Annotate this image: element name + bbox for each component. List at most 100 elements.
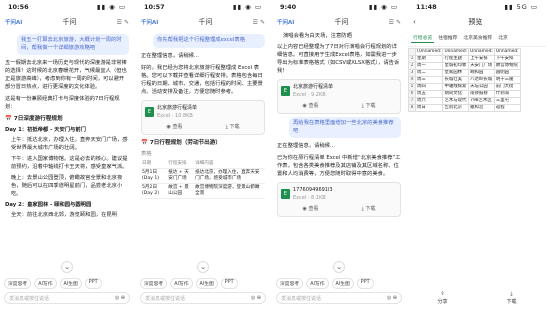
chip-ai-writing[interactable]: AI写作 <box>306 278 329 289</box>
mic-icon[interactable]: ◎ ⊕ <box>115 295 125 301</box>
table-cell: 抵达北京，办理入住，直奔天安门广场，感受城市广场 <box>194 168 265 184</box>
sheet-cell: 三里屯 <box>493 97 521 105</box>
scroll-down-icon[interactable]: ⌄ <box>333 261 345 273</box>
sheet-cell: 什刹海 <box>493 90 521 98</box>
file-meta: Excel · 9.2KB <box>293 92 326 98</box>
chat-content[interactable]: 演唱会看为白天场，注意防晒 以上内容已经整理为了7日对行演唱会行程规划的详细信息… <box>272 30 406 275</box>
answer-status: 正在整理信息，请稍候... <box>141 52 200 59</box>
header-actions-icon[interactable]: ☰ ✎ <box>389 19 401 26</box>
file-name: 北京旅游行程清单 <box>293 84 334 90</box>
scroll-down-icon[interactable]: ⌄ <box>197 261 209 273</box>
sheet-cell: 天坛公园 <box>468 83 495 91</box>
status-bar: 10:57 ▮▮ ◉ ▭ <box>136 0 270 14</box>
signal-icons: ▮▮ ◉ ▭ <box>232 3 262 11</box>
chip-ppt[interactable]: PPT <box>356 278 374 289</box>
sheet-cell: 明十三陵 <box>493 76 521 84</box>
tool-chips: 深度思考 AI写作 AI生图 PPT <box>140 278 266 289</box>
chip-ai-image[interactable]: AI生图 <box>331 278 354 289</box>
tab-lodging[interactable]: 住宿推荐 <box>436 33 459 43</box>
day2-bullet: 全天：前往北京西北郊，游览颐和园，在昆明 <box>11 212 117 218</box>
table-row: 7 周六 艺术与现代 798艺术区 三里屯 <box>408 97 521 105</box>
mic-icon[interactable]: ◎ ⊕ <box>251 295 261 301</box>
sheet-cell: 中轴线探索 <box>442 83 470 91</box>
message-input[interactable]: 发消息或按住说话 ◎ ⊕ <box>276 292 402 304</box>
message-input[interactable]: 发消息或按住说话 ◎ ⊕ <box>140 292 266 304</box>
day1-bullet: 晚上：去景山公园登顶，俯瞰故宫全景和北京夜色，随后可以在四季道明星前门，品尝老北… <box>11 175 123 197</box>
app-logo[interactable]: 千问AI <box>277 18 294 26</box>
sheet-cell: 南锣鼓巷 <box>468 90 495 98</box>
itinerary-table: 日期 行程安排 详细内容 5月1日 (Day 1) 抵达 + 天安门广场 抵达北… <box>141 159 265 199</box>
download-icon: ⤓ <box>510 291 513 297</box>
view-button[interactable]: ◉ 查看 <box>167 123 183 131</box>
sheet-cell: 周日 <box>414 104 444 112</box>
eye-icon: ◉ <box>166 123 171 130</box>
chip-ppt[interactable]: PPT <box>84 278 102 289</box>
plan-heading: 📅 7日行程规划（劳动节出游） <box>141 139 221 146</box>
header-actions-icon[interactable]: ☰ ✎ <box>117 19 129 26</box>
row-header: 3 <box>408 69 416 77</box>
file-name: 17760949691l3 <box>293 187 333 193</box>
view-button[interactable]: ◉ 查看 <box>303 102 319 110</box>
message-input[interactable]: 发消息或按住说话 ◎ ⊕ <box>4 292 130 304</box>
download-button[interactable]: ⤓ 下载 <box>226 123 240 131</box>
sheet-cell: 天安门广场 <box>468 62 495 70</box>
chat-content[interactable]: 你先帮我把这个行程整理成excel表格 正在整理信息，请稍候... 好的，我已经… <box>136 30 270 275</box>
eye-icon: ◉ <box>302 103 307 109</box>
view-button[interactable]: ◉ 查看 <box>303 205 319 213</box>
sheet-cell: 长城壮美 <box>442 76 470 84</box>
table-cell: 5月1日 (Day 1) <box>141 168 168 184</box>
app-logo[interactable]: 千问AI <box>5 18 22 26</box>
chip-deep-think[interactable]: 深度思考 <box>276 278 304 289</box>
phone-screen-2: 10:57 ▮▮ ◉ ▭ 千问AI 千问 ☰ ✎ 你先帮我把这个行程整理成exc… <box>136 0 272 309</box>
status-bar: 10:56 ▮▮ ◉ ▭ <box>0 0 134 14</box>
sheet-cell: 下午安排 <box>493 55 521 63</box>
download-label: 下载 <box>229 123 240 130</box>
download-button[interactable]: ⤓ 下载 <box>362 205 376 213</box>
day1-bullet: 上午：抵达北京，办理入住。直奔天安门广场，感受世界最大城市广场的壮阔。 <box>11 137 128 151</box>
chip-ai-image[interactable]: AI生图 <box>195 278 218 289</box>
sheet-cell: 周二 <box>414 69 444 77</box>
sheet-cell: Unnamed: <box>442 48 470 56</box>
sheet-cell: Unnamed: <box>468 48 495 56</box>
input-placeholder: 发消息或按住说话 <box>145 295 186 302</box>
chat-header: 千问AI 千问 ☰ ✎ <box>136 14 270 30</box>
table-cell: 5月2日 (Day 2) <box>141 183 168 199</box>
tab-itinerary-overview[interactable]: 行程总览 <box>411 33 435 43</box>
scroll-down-icon[interactable]: ⌄ <box>61 261 73 273</box>
tab-beijing[interactable]: 北京 <box>496 33 510 43</box>
row-header: 2 <box>408 62 416 70</box>
share-button[interactable]: ⇪ 分享 <box>437 291 447 305</box>
chip-deep-think[interactable]: 深度思考 <box>4 278 32 289</box>
download-icon: ⤓ <box>361 206 364 212</box>
sheet-cell: 周一 <box>414 62 444 70</box>
table-row: 8 周日 告别北京 雍和宫 返程 <box>408 104 521 112</box>
row-header: 6 <box>408 90 416 98</box>
tab-beijing-food[interactable]: 北京美食推荐 <box>461 33 494 43</box>
chat-title: 千问 <box>198 18 213 26</box>
row-header: 7 <box>408 97 416 105</box>
user-message: 我五一打算去北京旅游，大概计划一周的时间，帮我做一个详细旅游攻略吧 <box>17 34 129 55</box>
download-button[interactable]: ⤓ 下载 <box>506 291 516 305</box>
spreadsheet-grid[interactable]: (Unnamed: Unnamed: Unnamed: Unnamed: 1 星期… <box>408 48 546 218</box>
sheet-cell: 周六 <box>414 97 444 105</box>
excel-file-icon: E <box>281 86 290 96</box>
chat-title: 千问 <box>62 18 77 26</box>
file-card-2[interactable]: E 17760949691l3 Excel · 8.1KB ◉ 查看 ⤓ 下载 <box>277 182 401 217</box>
app-logo[interactable]: 千问AI <box>141 18 158 26</box>
phone-screen-4: 11:48 ▮▮ 5G ▭ ‹ 预览 行程总览 住宿推荐 北京美食推荐 北京 (… <box>408 0 546 309</box>
download-button[interactable]: ⤓ 下载 <box>362 102 376 110</box>
file-card[interactable]: E 北京旅游行程清单 Excel · 10.8KB ◉ 查看 ⤓ 下载 <box>141 99 265 135</box>
mic-icon[interactable]: ◎ ⊕ <box>387 295 397 301</box>
download-label: 下载 <box>506 299 517 305</box>
table-cell: 抵达 + 天安门广场 <box>167 168 195 184</box>
chip-ai-image[interactable]: AI生图 <box>59 278 82 289</box>
signal-icons: ▮▮ 5G ▭ <box>504 3 538 11</box>
chip-deep-think[interactable]: 深度思考 <box>140 278 168 289</box>
file-card[interactable]: E 北京旅游行程清单 Excel · 9.2KB ◉ 查看 ⤓ 下载 <box>277 79 401 114</box>
header-actions-icon[interactable]: ☰ ✎ <box>253 19 265 26</box>
chip-ai-writing[interactable]: AI写作 <box>170 278 193 289</box>
sheet-cell: 798艺术区 <box>468 97 495 105</box>
chip-ai-writing[interactable]: AI写作 <box>34 278 57 289</box>
chip-ppt[interactable]: PPT <box>220 278 238 289</box>
chat-content[interactable]: 我五一打算去北京旅游，大概计划一周的时间，帮我做一个详细旅游攻略吧 五一假期去北… <box>0 30 134 275</box>
